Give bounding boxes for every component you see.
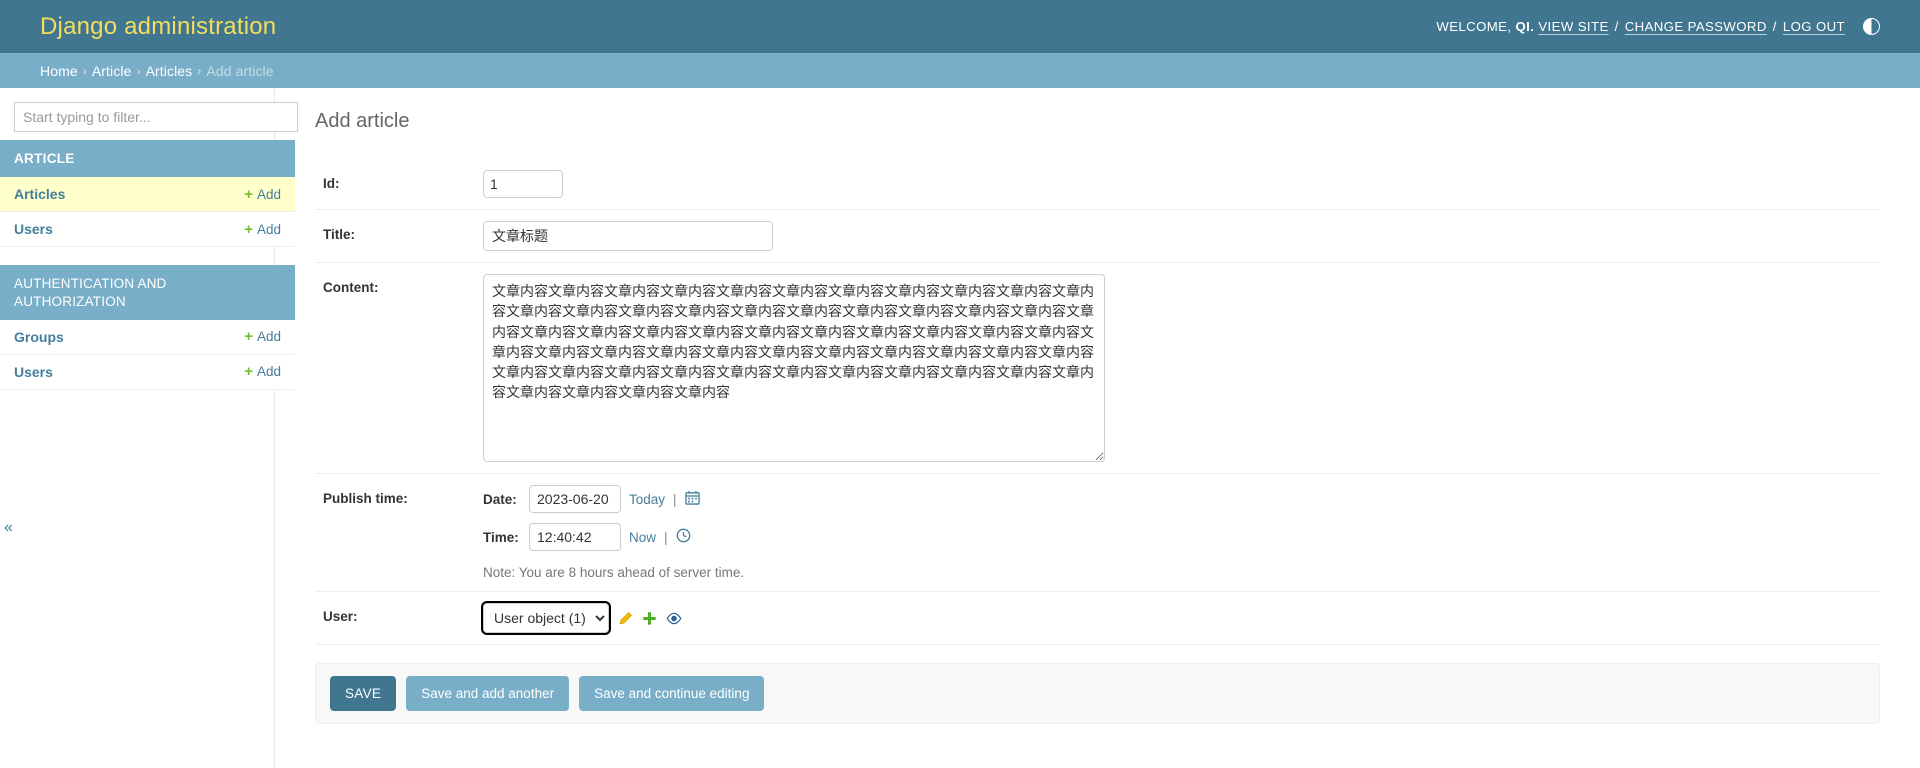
view-site-link[interactable]: VIEW SITE	[1538, 19, 1608, 34]
log-out-link[interactable]: LOG OUT	[1783, 19, 1845, 34]
sidebar-add-article-users[interactable]: + Add	[244, 222, 281, 237]
user-tools-separator-2: /	[1772, 19, 1777, 34]
form-row-publish-time: Publish time: Date: Today |	[315, 474, 1880, 592]
sidebar-add-articles[interactable]: + Add	[244, 187, 281, 202]
timezone-warning: Note: You are 8 hours ahead of server ti…	[483, 565, 745, 580]
time-label: Time:	[483, 529, 519, 545]
sidebar-item-article-users[interactable]: Users + Add	[0, 212, 295, 248]
app-module-auth: AUTHENTICATION AND AUTHORIZATION Groups …	[0, 265, 295, 390]
related-widget-wrapper: User object (1)	[481, 601, 682, 635]
submit-row: SAVE Save and add another Save and conti…	[315, 663, 1880, 724]
article-form: Id: Title: Content: 文章内容文章内容文章内容文章内容文章内容…	[315, 159, 1880, 724]
form-row-user: User: User object (1)	[315, 592, 1880, 645]
app-module-article: ARTICLE Articles + Add Users + Add	[0, 140, 295, 248]
sidebar-add-groups-label: Add	[256, 329, 281, 345]
form-row-id: Id:	[315, 159, 1880, 210]
page-title: Add article	[315, 110, 410, 132]
branding: Django administration	[40, 13, 276, 41]
title-label: Title:	[323, 227, 356, 242]
breadcrumb-item-current: Add article	[206, 62, 274, 79]
plus-icon: +	[244, 185, 253, 203]
user-select[interactable]: User object (1)	[481, 601, 611, 635]
content-main: Add article Id: Title: Content: 文章	[275, 88, 1920, 768]
sidebar-filter-input[interactable]	[14, 102, 298, 132]
plus-icon: +	[244, 220, 253, 238]
eye-icon[interactable]	[666, 611, 682, 626]
now-link[interactable]: Now	[629, 530, 656, 545]
form-row-content: Content: 文章内容文章内容文章内容文章内容文章内容文章内容文章内容文章内…	[315, 263, 1880, 474]
sidebar-item-groups[interactable]: Groups + Add	[0, 319, 295, 355]
username-label: QI.	[1515, 19, 1535, 34]
breadcrumb-separator: ›	[82, 63, 87, 78]
site-header: Django administration WELCOME, QI. VIEW …	[0, 0, 1920, 53]
site-title[interactable]: Django administration	[40, 13, 276, 41]
save-button[interactable]: SAVE	[330, 676, 397, 711]
theme-toggle-icon[interactable]	[1863, 18, 1880, 35]
id-input[interactable]	[483, 170, 563, 198]
time-line: Time: Now |	[483, 523, 744, 551]
date-label: Date:	[483, 491, 517, 507]
add-related-plus-icon[interactable]	[642, 611, 657, 626]
sidebar-add-article-users-label: Add	[256, 221, 281, 237]
plus-icon: +	[244, 363, 253, 381]
breadcrumb: Home › Article › Articles › Add article	[0, 53, 1920, 88]
content-textarea[interactable]: 文章内容文章内容文章内容文章内容文章内容文章内容文章内容文章内容文章内容文章内容…	[483, 274, 1105, 462]
sidebar-item-auth-users[interactable]: Users + Add	[0, 354, 295, 390]
title-field-box	[483, 221, 773, 251]
breadcrumb-item-home[interactable]: Home	[40, 63, 78, 79]
sidebar-add-auth-users[interactable]: + Add	[244, 364, 281, 379]
sidebar-collapse-icon[interactable]: «	[4, 519, 13, 537]
app-caption-article[interactable]: ARTICLE	[0, 140, 295, 178]
welcome-text: WELCOME,	[1436, 19, 1512, 34]
save-and-continue-button[interactable]: Save and continue editing	[579, 676, 765, 711]
date-line: Date: Today |	[483, 485, 744, 513]
clock-icon[interactable]	[676, 528, 691, 546]
sidebar-item-articles[interactable]: Articles + Add	[0, 177, 295, 213]
user-tools: WELCOME, QI. VIEW SITE / CHANGE PASSWORD…	[1436, 18, 1880, 35]
form-row-title: Title:	[315, 210, 1880, 263]
change-password-link[interactable]: CHANGE PASSWORD	[1625, 19, 1767, 34]
sidebar-add-auth-users-label: Add	[256, 364, 281, 380]
breadcrumb-separator: ›	[197, 63, 202, 78]
nav-sidebar: ARTICLE Articles + Add Users + Add AUTHE…	[0, 88, 298, 768]
breadcrumb-separator: ›	[136, 63, 141, 78]
sidebar-item-groups-label[interactable]: Groups	[14, 329, 64, 345]
time-input[interactable]	[529, 523, 621, 551]
app-caption-auth[interactable]: AUTHENTICATION AND AUTHORIZATION	[0, 265, 295, 320]
main-container: ARTICLE Articles + Add Users + Add AUTHE…	[0, 88, 1920, 768]
title-input[interactable]	[483, 221, 773, 251]
sidebar-item-article-users-label[interactable]: Users	[14, 221, 53, 237]
sidebar-add-groups[interactable]: + Add	[244, 329, 281, 344]
content-field-box: 文章内容文章内容文章内容文章内容文章内容文章内容文章内容文章内容文章内容文章内容…	[483, 274, 1105, 462]
date-pipe: |	[673, 491, 677, 507]
user-label: User:	[323, 609, 358, 624]
user-field-box: User object (1)	[481, 601, 682, 635]
time-pipe: |	[664, 529, 668, 545]
plus-icon: +	[244, 328, 253, 346]
today-link[interactable]: Today	[629, 492, 665, 507]
breadcrumb-item-articles[interactable]: Articles	[146, 63, 193, 79]
date-input[interactable]	[529, 485, 621, 513]
publish-time-field-box: Date: Today |	[483, 485, 744, 580]
pencil-icon[interactable]	[618, 611, 633, 626]
sidebar-add-articles-label: Add	[256, 186, 281, 202]
id-field-box	[483, 170, 563, 198]
calendar-icon[interactable]	[684, 490, 700, 508]
sidebar-item-auth-users-label[interactable]: Users	[14, 364, 53, 380]
sidebar-item-articles-label[interactable]: Articles	[14, 186, 65, 202]
content-label: Content:	[323, 280, 379, 295]
id-label: Id:	[323, 176, 340, 191]
breadcrumb-item-article[interactable]: Article	[92, 63, 132, 79]
publish-time-label: Publish time:	[323, 491, 408, 506]
user-tools-separator-1: /	[1614, 19, 1619, 34]
save-and-add-another-button[interactable]: Save and add another	[406, 676, 570, 711]
